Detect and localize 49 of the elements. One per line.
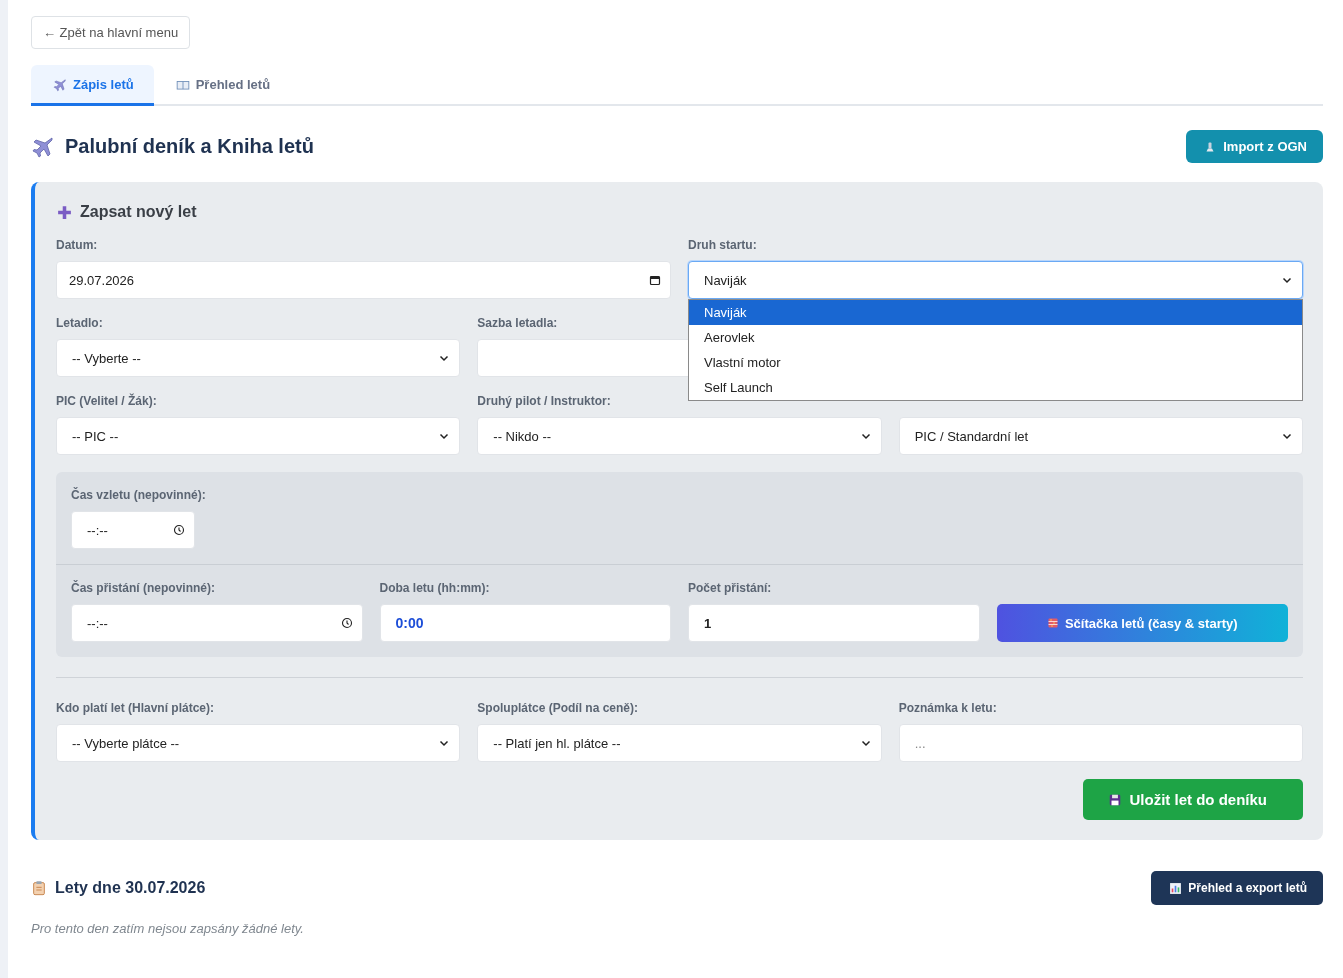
field-label: Druhý pilot / Instruktor: [477,394,612,409]
time-field[interactable]: --:-- [71,511,195,549]
dropdown[interactable]: PIC / Standardní let [898,417,1303,455]
plane-icon [31,134,55,159]
date-field[interactable]: 29.07.2026 [56,261,671,299]
calculator-button[interactable]: Sčítačka letů (časy & starty) [996,604,1288,642]
field-label: Datum: [56,238,99,253]
dropdown-option[interactable]: Aerovlek [689,325,1302,350]
field-label: Čas přistání (nepovinné): [71,581,217,596]
dropdown[interactable]: -- Platí jen hl. plátce -- [477,724,882,762]
field-label: Poznámka k letu: [898,701,998,716]
export-button[interactable]: Přehled a export letů [1151,871,1323,905]
field-label: Kdo platí let (Hlavní plátce): [56,701,215,716]
import-button[interactable]: Import z OGN [1186,130,1323,163]
back-button[interactable]: ← Zpět na hlavní menu [31,16,191,49]
clock-icon [340,617,353,629]
tab[interactable]: Přehled letů [153,65,291,106]
number-field[interactable]: 1 [688,604,980,642]
page-title: Palubní deník a Kniha letů [65,135,314,158]
field-label: Čas vzletu (nepovinné): [71,488,207,503]
field-label: Doba letu (hh:mm): [379,581,491,596]
bar-chart-icon [1169,881,1183,895]
clipboard-icon [31,880,47,896]
time-field[interactable]: --:-- [71,604,363,642]
dropdown[interactable]: Naviják [688,261,1303,299]
dropdown[interactable]: -- PIC -- [56,417,461,455]
text-field[interactable]: ... [898,724,1303,762]
dropdown[interactable]: -- Vyberte -- [56,339,461,377]
field-label: Počet přistání: [688,581,773,596]
field-label: Letadlo: [56,316,104,331]
tab[interactable]: Zápis letů [31,65,154,106]
calendar-icon [649,274,661,286]
empty-message: Pro tento den zatím nejsou zapsány žádné lety. [31,921,305,936]
plus-icon [56,203,73,221]
abacus-icon [1046,617,1059,629]
dropdown-option[interactable]: Naviják [689,300,1302,325]
section-title: Lety dne 30.07.2026 [55,879,206,897]
field-label: Druh startu: [688,238,758,253]
field-label: Sazba letadla: [477,316,559,331]
form-title: Zapsat nový let [80,203,197,221]
field-label: Spoluplátce (Podíl na ceně): [477,701,639,716]
dropdown-option[interactable]: Vlastní motor [689,350,1302,375]
dropdown-option[interactable]: Self Launch [689,375,1302,400]
field-label: PIC (Velitel / Žák): [56,394,158,409]
duration-field: 0:00 [379,604,671,642]
dropdown[interactable]: -- Vyberte plátce -- [56,724,461,762]
dropdown[interactable]: -- Nikdo -- [477,417,882,455]
plane-icon [53,77,67,92]
clock-icon [173,524,185,536]
